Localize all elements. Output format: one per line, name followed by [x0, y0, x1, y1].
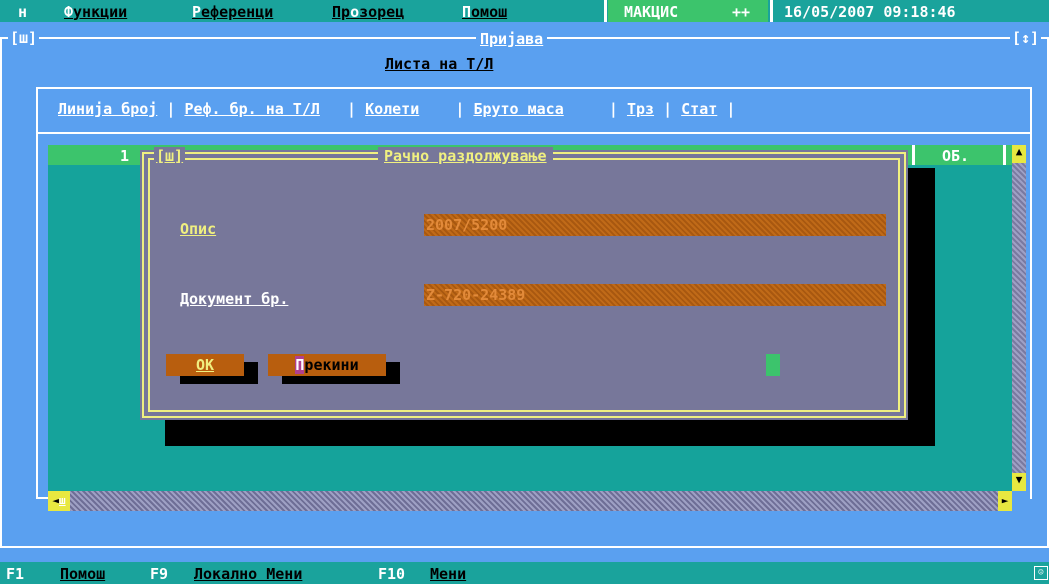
description-label: Опис — [180, 220, 217, 238]
row-divider — [912, 145, 915, 165]
column-headers: Линија број | Реф. бр. на Т/Л | Колети |… — [58, 100, 736, 118]
row-divider — [1003, 145, 1006, 165]
scroll-down-icon[interactable]: ▼ — [1012, 473, 1026, 491]
row-status: ОБ. — [942, 147, 970, 165]
window-title: Пријава — [476, 30, 548, 48]
status-icon[interactable]: ☺ — [1034, 566, 1048, 580]
window-border — [0, 37, 2, 548]
menu-item-functions[interactable]: Функции — [64, 3, 127, 21]
datetime: 16/05/2007 09:18:46 — [784, 3, 956, 21]
row-number: 1 — [120, 147, 130, 165]
product-name: МАКЦИС — [624, 3, 679, 21]
panel-border — [1030, 87, 1032, 499]
window-close-button[interactable]: [ш] — [8, 29, 40, 47]
status-local-menu[interactable]: Локално Мени — [194, 565, 302, 583]
window-border — [0, 546, 1049, 548]
scroll-up-icon[interactable]: ▲ — [1012, 145, 1026, 163]
status-help[interactable]: Помош — [60, 565, 105, 583]
document-number-input[interactable]: Z-720-24389 — [424, 284, 886, 306]
menu-divider — [604, 0, 607, 22]
dialog-title: Рачно раздолжување — [378, 147, 553, 165]
status-menu[interactable]: Мени — [430, 565, 466, 583]
status-key-f1: F1 — [6, 565, 25, 583]
description-input[interactable]: 2007/5200 — [424, 214, 886, 236]
scroll-right-icon[interactable]: ► — [998, 491, 1012, 511]
column-header-trz[interactable]: Трз — [627, 100, 654, 118]
status-bar: F1 Помош F9 Локално Мени F10 Мени — [0, 562, 1049, 584]
panel-border — [36, 87, 38, 499]
column-header-line-number[interactable]: Линија број — [58, 100, 157, 118]
horizontal-scrollbar[interactable] — [48, 491, 1012, 511]
status-key-f10: F10 — [378, 565, 406, 583]
panel-border — [36, 87, 1032, 89]
column-header-status[interactable]: Стат — [681, 100, 717, 118]
menu-item-help[interactable]: Помош — [462, 3, 507, 21]
menu-item-n[interactable]: н — [18, 3, 27, 21]
product-mark: ++ — [732, 3, 751, 21]
status-key-f9: F9 — [150, 565, 169, 583]
menu-divider — [770, 0, 773, 22]
menu-item-window[interactable]: Прозорец — [332, 3, 404, 21]
ok-button[interactable]: ОК — [166, 354, 244, 376]
cancel-button[interactable]: Прекини — [268, 354, 386, 376]
list-title: Листа на Т/Л — [385, 55, 494, 73]
document-number-label: Документ бр. — [180, 290, 289, 308]
cursor-indicator — [766, 354, 780, 376]
column-header-gross-weight[interactable]: Бруто маса — [473, 100, 563, 118]
header-divider — [38, 132, 1030, 134]
column-header-packages[interactable]: Колети — [365, 100, 419, 118]
product-badge: МАКЦИС ++ — [608, 0, 768, 22]
scroll-left-icon[interactable]: ◄ш — [48, 491, 70, 511]
window-resize-button[interactable]: [↕] — [1010, 29, 1042, 47]
panel-border — [36, 497, 48, 499]
dialog-close-button[interactable]: [ш] — [154, 147, 186, 165]
menu-item-references[interactable]: Референци — [192, 3, 273, 21]
column-header-ref-number[interactable]: Реф. бр. на Т/Л — [184, 100, 319, 118]
vertical-scrollbar[interactable] — [1012, 145, 1026, 491]
